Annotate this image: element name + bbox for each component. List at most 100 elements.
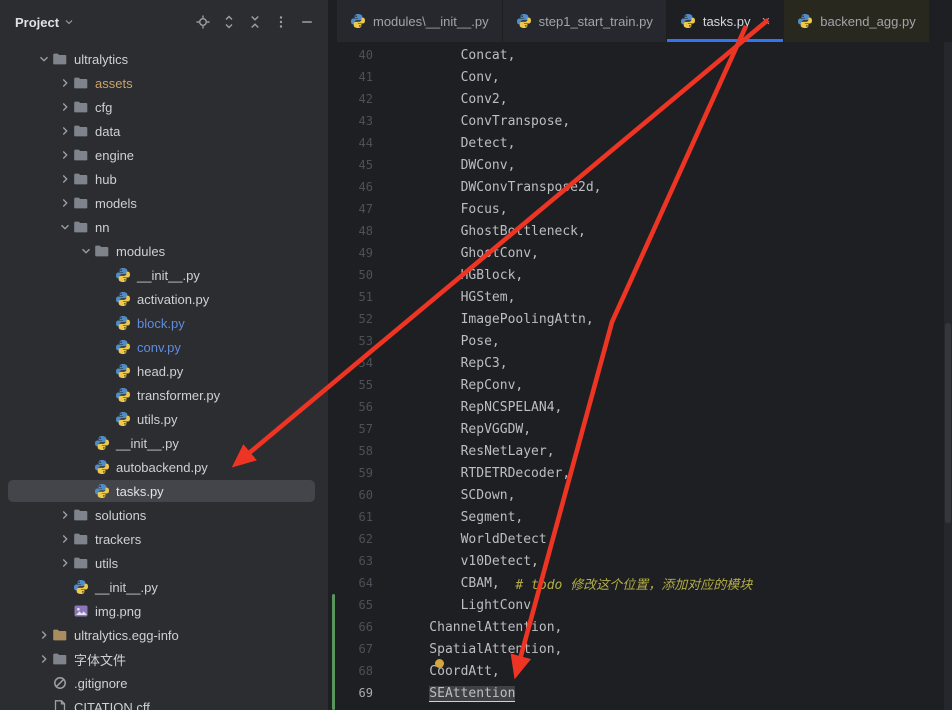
code-line-52[interactable]: 52 ImagePoolingAttn, (329, 308, 952, 330)
chevron-right-icon[interactable] (36, 651, 52, 667)
chevron-right-icon[interactable] (57, 171, 73, 187)
code-line-68[interactable]: 68 CoordAtt, (329, 660, 952, 682)
tab-step1-start-train-py[interactable]: step1_start_train.py (502, 0, 667, 42)
tree-item-models[interactable]: models (0, 191, 328, 215)
line-code: HGBlock, (460, 267, 524, 283)
tree-item-head-py[interactable]: head.py (0, 359, 328, 383)
code-line-57[interactable]: 57 RepVGGDW, (329, 418, 952, 440)
code-line-44[interactable]: 44 Detect, (329, 132, 952, 154)
chevron-right-icon[interactable] (57, 147, 73, 163)
code-line-66[interactable]: 66 ChannelAttention, (329, 616, 952, 638)
chevron-right-icon[interactable] (57, 99, 73, 115)
project-view-dropdown[interactable]: Project (15, 15, 75, 30)
code-editor[interactable]: 40 Concat, 41 Conv, 42 Conv2, 43 ConvTranspose,… (329, 42, 952, 710)
tree-item-activation-py[interactable]: activation.py (0, 287, 328, 311)
line-code: Detect, (460, 135, 516, 151)
tree-item-tasks-py[interactable]: tasks.py (0, 479, 328, 503)
tree-item-nn[interactable]: nn (0, 215, 328, 239)
code-line-59[interactable]: 59 RTDETRDecoder, (329, 462, 952, 484)
tree-item-assets[interactable]: assets (0, 71, 328, 95)
hide-panel-button[interactable] (298, 13, 316, 31)
line-number: 51 (358, 290, 373, 304)
tree-item-label: ultralytics (74, 51, 129, 67)
tree-item-字体文件[interactable]: 字体文件 (0, 647, 328, 671)
code-line-47[interactable]: 47 Focus, (329, 198, 952, 220)
chevron-right-icon[interactable] (57, 555, 73, 571)
tree-item-init-py[interactable]: __init__.py (0, 431, 328, 455)
chevron-right-icon[interactable] (57, 195, 73, 211)
image-icon (73, 603, 89, 619)
tree-item-block-py[interactable]: block.py (0, 311, 328, 335)
code-line-55[interactable]: 55 RepConv, (329, 374, 952, 396)
code-line-65[interactable]: 65 LightConv, (329, 594, 952, 616)
editor-scrollbar[interactable] (944, 42, 952, 710)
code-line-49[interactable]: 49 GhostConv, (329, 242, 952, 264)
code-line-42[interactable]: 42 Conv2, (329, 88, 952, 110)
more-options-button[interactable] (272, 13, 290, 31)
code-line-48[interactable]: 48 GhostBottleneck, (329, 220, 952, 242)
tab-tasks-py[interactable]: tasks.py × (666, 0, 785, 42)
code-line-40[interactable]: 40 Concat, (329, 44, 952, 66)
collapse-all-button[interactable] (246, 13, 264, 31)
tree-item-trackers[interactable]: trackers (0, 527, 328, 551)
chevron-right-icon[interactable] (57, 75, 73, 91)
code-line-62[interactable]: 62 WorldDetect, (329, 528, 952, 550)
code-line-63[interactable]: 63 v10Detect, (329, 550, 952, 572)
code-line-69[interactable]: 69 SEAttention (329, 682, 952, 704)
tree-item-modules[interactable]: modules (0, 239, 328, 263)
code-line-54[interactable]: 54 RepC3, (329, 352, 952, 374)
tree-item-ultralytics[interactable]: ultralytics (0, 47, 328, 71)
code-line-60[interactable]: 60 SCDown, (329, 484, 952, 506)
code-line-46[interactable]: 46 DWConvTranspose2d, (329, 176, 952, 198)
tree-item-hub[interactable]: hub (0, 167, 328, 191)
tree-item-label: __init__.py (137, 267, 200, 283)
tree-item-cfg[interactable]: cfg (0, 95, 328, 119)
chevron-down-icon[interactable] (57, 219, 73, 235)
tree-item-solutions[interactable]: solutions (0, 503, 328, 527)
close-icon[interactable]: × (762, 14, 771, 29)
tree-item-utils-py[interactable]: utils.py (0, 407, 328, 431)
tree-item-transformer-py[interactable]: transformer.py (0, 383, 328, 407)
locate-button[interactable] (194, 13, 212, 31)
tree-item-data[interactable]: data (0, 119, 328, 143)
chevron-down-icon[interactable] (36, 51, 52, 67)
code-line-50[interactable]: 50 HGBlock, (329, 264, 952, 286)
tab-backend-agg-py[interactable]: backend_agg.py (784, 0, 930, 42)
tree-item-autobackend-py[interactable]: autobackend.py (0, 455, 328, 479)
code-line-67[interactable]: 67 SpatialAttention, (329, 638, 952, 660)
tree-item-img-png[interactable]: img.png (0, 599, 328, 623)
tree-item-citation-cff[interactable]: CITATION.cff (0, 695, 328, 710)
chevron-right-icon[interactable] (57, 531, 73, 547)
code-line-64[interactable]: 64 CBAM, # todo 修改这个位置，添加对应的模块 (329, 572, 952, 594)
line-number: 68 (358, 664, 373, 678)
chevron-right-icon[interactable] (36, 627, 52, 643)
code-line-61[interactable]: 61 Segment, (329, 506, 952, 528)
tree-item-gitignore[interactable]: .gitignore (0, 671, 328, 695)
tree-item-init-py[interactable]: __init__.py (0, 575, 328, 599)
chevron-down-icon[interactable] (78, 243, 94, 259)
expand-all-button[interactable] (220, 13, 238, 31)
code-line-58[interactable]: 58 ResNetLayer, (329, 440, 952, 462)
folder-egg-icon (52, 627, 68, 643)
tree-item-ultralytics-egg-info[interactable]: ultralytics.egg-info (0, 623, 328, 647)
code-line-45[interactable]: 45 DWConv, (329, 154, 952, 176)
code-line-56[interactable]: 56 RepNCSPELAN4, (329, 396, 952, 418)
tree-item-init-py[interactable]: __init__.py (0, 263, 328, 287)
tree-item-conv-py[interactable]: conv.py (0, 335, 328, 359)
code-line-43[interactable]: 43 ConvTranspose, (329, 110, 952, 132)
code-line-53[interactable]: 53 Pose, (329, 330, 952, 352)
chevron-right-icon[interactable] (57, 123, 73, 139)
chevron-right-icon[interactable] (57, 507, 73, 523)
tab-modules-init-py[interactable]: modules\__init__.py (337, 0, 503, 42)
line-number: 64 (358, 576, 373, 590)
line-number: 61 (358, 510, 373, 524)
folder-icon (73, 123, 89, 139)
code-line-51[interactable]: 51 HGStem, (329, 286, 952, 308)
intention-bulb-icon[interactable] (435, 659, 444, 668)
tree-item-engine[interactable]: engine (0, 143, 328, 167)
tree-item-utils[interactable]: utils (0, 551, 328, 575)
code-line-41[interactable]: 41 Conv, (329, 66, 952, 88)
